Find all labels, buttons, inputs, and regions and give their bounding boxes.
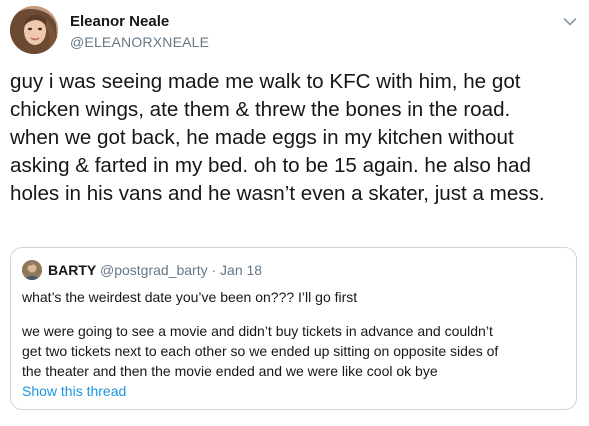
tweet: Eleanor Neale @ELEANORXNEALE guy i was s… xyxy=(0,0,589,426)
quoted-tweet-card[interactable]: BARTY @postgrad_barty · Jan 18 what’s th… xyxy=(10,247,577,410)
quoted-author-meta: @postgrad_barty · Jan 18 xyxy=(100,262,263,278)
tweet-text-line: when we got back, he made eggs in my kit… xyxy=(10,126,514,149)
quoted-author-name: BARTY xyxy=(48,262,97,278)
author-name[interactable]: Eleanor Neale xyxy=(70,13,169,31)
quoted-text-line: we were going to see a movie and didn’t … xyxy=(22,323,493,339)
tweet-text-line: holes in his vans and he wasn’t even a s… xyxy=(10,182,545,205)
quoted-text-line: the theater and then the movie ended and… xyxy=(22,363,438,379)
tweet-text-line: asking & farted in my bed. oh to be 15 a… xyxy=(10,154,531,177)
chevron-down-icon[interactable] xyxy=(563,14,577,26)
show-thread-link[interactable]: Show this thread xyxy=(22,382,126,401)
tweet-text-line: guy i was seeing made me walk to KFC wit… xyxy=(10,70,521,93)
quoted-text-line: what’s the weirdest date you’ve been on?… xyxy=(22,289,358,305)
tweet-text-line: chicken wings, ate them & threw the bone… xyxy=(10,98,511,121)
author-avatar[interactable] xyxy=(10,6,58,54)
tweet-text: guy i was seeing made me walk to KFC wit… xyxy=(10,68,585,208)
quoted-text-line: get two tickets next to each other so we… xyxy=(22,343,499,359)
author-handle[interactable]: @ELEANORXNEALE xyxy=(70,33,209,51)
avatar-photo xyxy=(10,6,58,54)
quoted-author-avatar xyxy=(22,260,42,280)
quoted-avatar-photo xyxy=(22,260,42,280)
